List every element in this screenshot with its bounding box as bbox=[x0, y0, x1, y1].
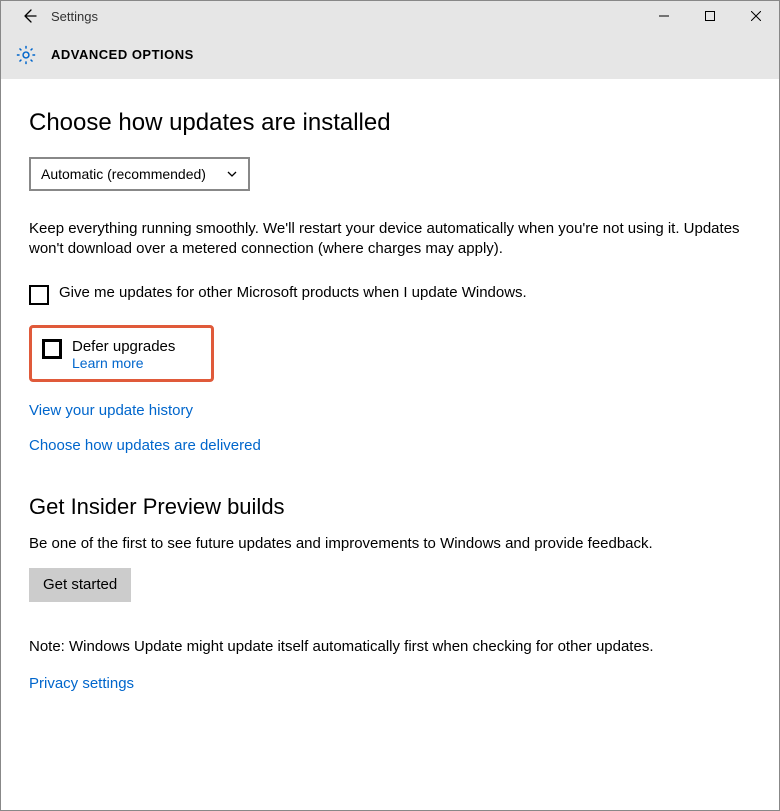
privacy-settings-link[interactable]: Privacy settings bbox=[29, 675, 134, 692]
other-products-label: Give me updates for other Microsoft prod… bbox=[59, 284, 527, 301]
maximize-icon bbox=[705, 11, 715, 21]
back-button[interactable] bbox=[9, 1, 49, 31]
update-description: Keep everything running smoothly. We'll … bbox=[29, 219, 749, 260]
combo-value: Automatic (recommended) bbox=[41, 166, 206, 182]
defer-learn-more-link[interactable]: Learn more bbox=[72, 355, 175, 371]
page-subtitle: ADVANCED OPTIONS bbox=[51, 47, 194, 62]
other-products-checkbox[interactable] bbox=[29, 285, 49, 305]
maximize-button[interactable] bbox=[687, 1, 733, 31]
section-heading-insider: Get Insider Preview builds bbox=[29, 494, 751, 520]
minimize-button[interactable] bbox=[641, 1, 687, 31]
back-arrow-icon bbox=[21, 8, 37, 24]
insider-description: Be one of the first to see future update… bbox=[29, 534, 749, 554]
content-area: Choose how updates are installed Automat… bbox=[1, 79, 779, 716]
other-products-row: Give me updates for other Microsoft prod… bbox=[29, 284, 751, 305]
defer-upgrades-checkbox[interactable] bbox=[42, 339, 62, 359]
subheader: ADVANCED OPTIONS bbox=[1, 31, 779, 79]
close-button[interactable] bbox=[733, 1, 779, 31]
update-mode-combo[interactable]: Automatic (recommended) bbox=[29, 157, 250, 191]
update-note: Note: Windows Update might update itself… bbox=[29, 638, 751, 655]
window-title: Settings bbox=[51, 9, 98, 24]
minimize-icon bbox=[659, 11, 669, 21]
window-controls bbox=[641, 1, 779, 31]
close-icon bbox=[751, 11, 761, 21]
get-started-button[interactable]: Get started bbox=[29, 568, 131, 602]
defer-upgrades-highlight: Defer upgrades Learn more bbox=[29, 325, 214, 382]
defer-upgrades-label: Defer upgrades bbox=[72, 338, 175, 355]
gear-icon bbox=[15, 44, 37, 66]
section-heading-updates: Choose how updates are installed bbox=[29, 109, 751, 137]
view-update-history-link[interactable]: View your update history bbox=[29, 402, 751, 419]
chevron-down-icon bbox=[226, 168, 238, 180]
titlebar: Settings bbox=[1, 1, 779, 31]
updates-delivered-link[interactable]: Choose how updates are delivered bbox=[29, 437, 751, 454]
